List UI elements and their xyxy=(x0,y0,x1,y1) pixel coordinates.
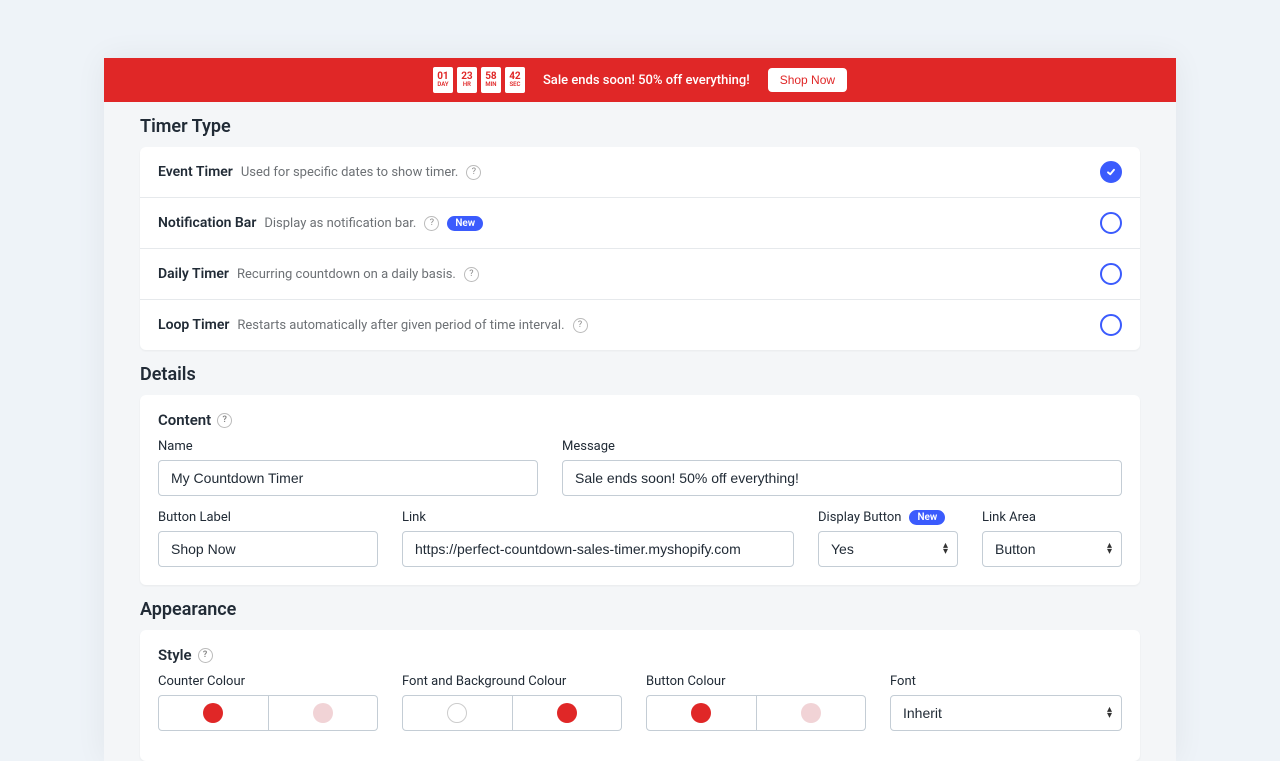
option-desc: Restarts automatically after given perio… xyxy=(237,318,564,333)
countdown-box-hr: 23HR xyxy=(457,67,477,93)
timer-type-option-loop[interactable]: Loop Timer Restarts automatically after … xyxy=(140,300,1140,350)
radio-unselected[interactable] xyxy=(1100,263,1122,285)
message-label: Message xyxy=(562,439,1122,454)
link-area-label: Link Area xyxy=(982,510,1122,525)
timer-type-card: Event Timer Used for specific dates to s… xyxy=(140,147,1140,350)
countdown-box-sec: 42SEC xyxy=(505,67,525,93)
countdown-box-day: 01DAY xyxy=(433,67,453,93)
details-card: Content ? Name Message Button Label xyxy=(140,395,1140,585)
colour-swatch[interactable] xyxy=(646,695,757,731)
appearance-card: Style ? Counter Colour Font and Backgrou… xyxy=(140,630,1140,761)
help-icon[interactable]: ? xyxy=(464,267,479,282)
option-name: Daily Timer xyxy=(158,266,229,282)
preview-banner: 01DAY 23HR 58MIN 42SEC Sale ends soon! 5… xyxy=(104,58,1176,102)
option-desc: Used for specific dates to show timer. xyxy=(241,165,459,180)
colour-swatch[interactable] xyxy=(269,695,379,731)
button-colour-swatches xyxy=(646,695,866,731)
radio-selected[interactable] xyxy=(1100,161,1122,183)
message-input[interactable] xyxy=(562,460,1122,496)
button-colour-label: Button Colour xyxy=(646,674,866,689)
fontbg-colour-swatches xyxy=(402,695,622,731)
link-input[interactable] xyxy=(402,531,794,567)
option-desc: Display as notification bar. xyxy=(264,216,416,231)
colour-swatch[interactable] xyxy=(513,695,623,731)
new-badge: New xyxy=(447,216,483,231)
colour-swatch[interactable] xyxy=(402,695,513,731)
style-subheading: Style ? xyxy=(158,646,1122,664)
help-icon[interactable]: ? xyxy=(217,413,232,428)
display-button-select[interactable]: Yes xyxy=(818,531,958,567)
colour-swatch[interactable] xyxy=(158,695,269,731)
appearance-heading: Appearance xyxy=(140,599,1140,620)
button-label-label: Button Label xyxy=(158,510,378,525)
countdown-box-min: 58MIN xyxy=(481,67,501,93)
font-label: Font xyxy=(890,674,1122,689)
timer-type-option-daily[interactable]: Daily Timer Recurring countdown on a dai… xyxy=(140,249,1140,300)
link-label: Link xyxy=(402,510,794,525)
help-icon[interactable]: ? xyxy=(573,318,588,333)
details-heading: Details xyxy=(140,364,1140,385)
timer-type-option-notification[interactable]: Notification Bar Display as notification… xyxy=(140,198,1140,249)
counter-colour-label: Counter Colour xyxy=(158,674,378,689)
help-icon[interactable]: ? xyxy=(198,648,213,663)
option-desc: Recurring countdown on a daily basis. xyxy=(237,267,456,282)
radio-unselected[interactable] xyxy=(1100,314,1122,336)
new-badge: New xyxy=(909,510,945,525)
display-button-label: Display Button xyxy=(818,510,901,525)
link-area-select[interactable]: Button xyxy=(982,531,1122,567)
help-icon[interactable]: ? xyxy=(466,165,481,180)
option-name: Event Timer xyxy=(158,164,233,180)
name-input[interactable] xyxy=(158,460,538,496)
button-label-input[interactable] xyxy=(158,531,378,567)
option-name: Notification Bar xyxy=(158,215,256,231)
countdown-boxes: 01DAY 23HR 58MIN 42SEC xyxy=(433,67,525,93)
timer-type-option-event[interactable]: Event Timer Used for specific dates to s… xyxy=(140,147,1140,198)
banner-message: Sale ends soon! 50% off everything! xyxy=(543,73,750,88)
help-icon[interactable]: ? xyxy=(424,216,439,231)
name-label: Name xyxy=(158,439,538,454)
font-select[interactable]: Inherit xyxy=(890,695,1122,731)
fontbg-colour-label: Font and Background Colour xyxy=(402,674,622,689)
option-name: Loop Timer xyxy=(158,317,229,333)
counter-colour-swatches xyxy=(158,695,378,731)
radio-unselected[interactable] xyxy=(1100,212,1122,234)
colour-swatch[interactable] xyxy=(757,695,867,731)
timer-type-heading: Timer Type xyxy=(140,116,1140,137)
shop-now-button[interactable]: Shop Now xyxy=(768,68,847,92)
content-subheading: Content ? xyxy=(158,411,1122,429)
